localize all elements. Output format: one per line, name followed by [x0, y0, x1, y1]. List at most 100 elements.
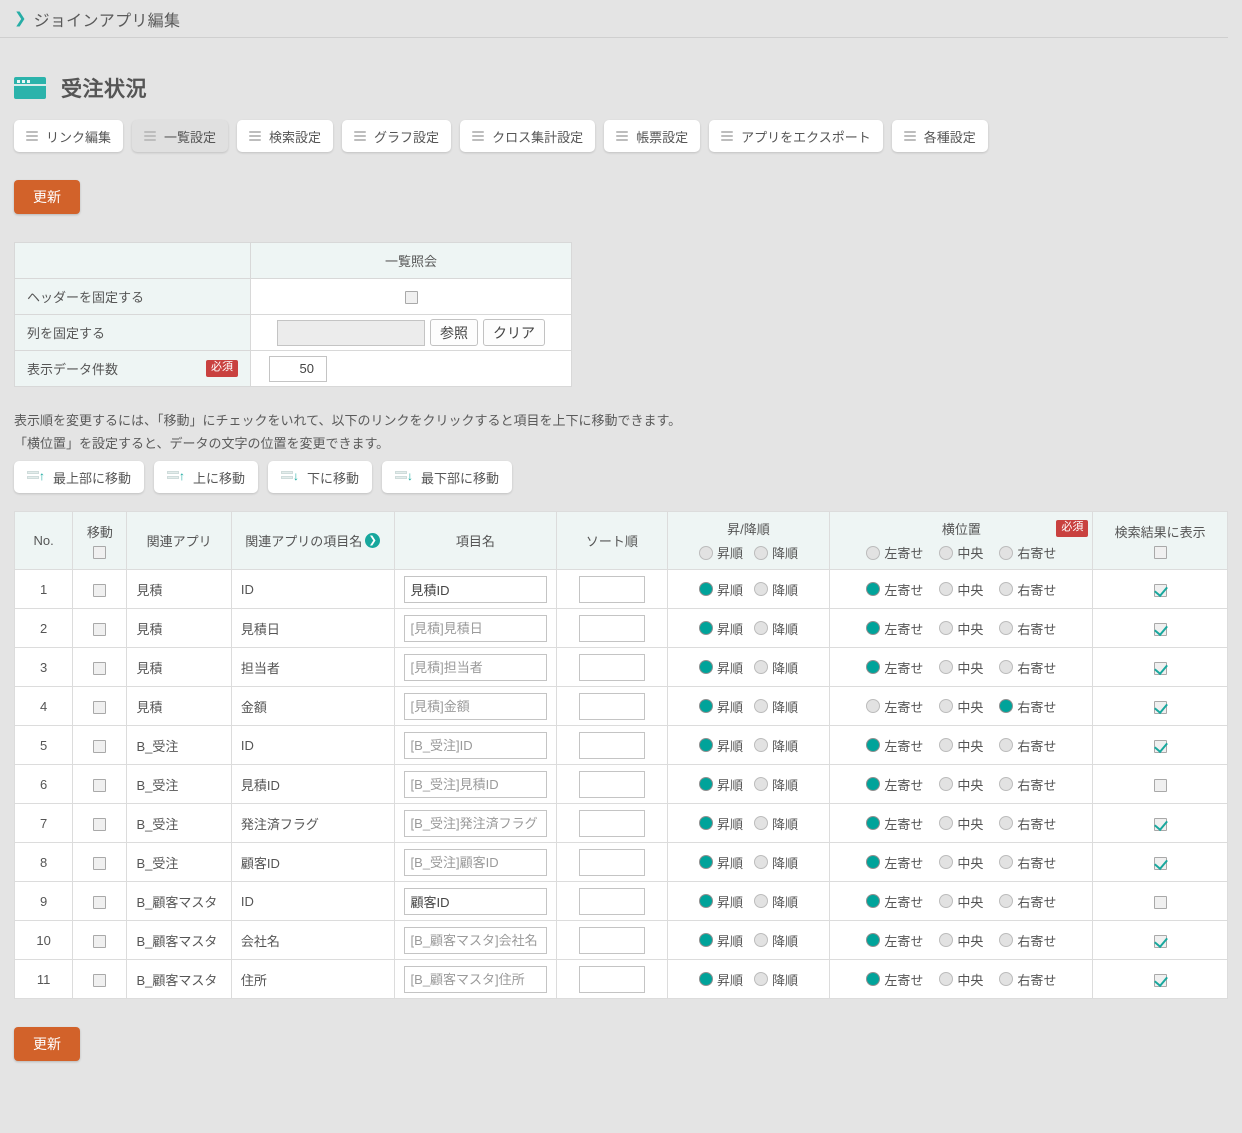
header-radio-align-right[interactable]: 右寄せ: [999, 543, 1056, 562]
row-radio-align-left[interactable]: 左寄せ: [866, 697, 923, 716]
row-radio-desc[interactable]: 降順: [753, 658, 798, 677]
row-field-name-input[interactable]: [403, 926, 548, 954]
row-radio-desc[interactable]: 降順: [753, 970, 798, 989]
row-show-checkbox[interactable]: [1153, 739, 1167, 753]
tab-misc-settings[interactable]: 各種設定: [891, 120, 988, 152]
row-radio-align-center[interactable]: 中央: [939, 775, 983, 794]
row-radio-align-right[interactable]: 右寄せ: [999, 619, 1056, 638]
row-radio-align-center[interactable]: 中央: [939, 619, 983, 638]
row-sort-input[interactable]: [578, 731, 645, 759]
row-field-name-input[interactable]: [403, 848, 548, 876]
row-radio-align-right[interactable]: 右寄せ: [999, 580, 1056, 599]
row-count-input[interactable]: [269, 355, 327, 382]
row-sort-input[interactable]: [578, 848, 645, 876]
row-show-checkbox[interactable]: [1153, 856, 1167, 870]
row-field-name-input[interactable]: [403, 965, 548, 993]
row-field-name-input[interactable]: [403, 770, 548, 798]
row-sort-input[interactable]: [578, 692, 645, 720]
row-radio-desc[interactable]: 降順: [753, 775, 798, 794]
row-move-checkbox[interactable]: [93, 778, 107, 792]
row-radio-align-left[interactable]: 左寄せ: [866, 853, 923, 872]
row-move-checkbox[interactable]: [93, 700, 107, 714]
header-radio-align-left[interactable]: 左寄せ: [866, 543, 923, 562]
move-down-button[interactable]: ↓ 下に移動: [268, 461, 373, 493]
row-radio-asc[interactable]: 昇順: [698, 697, 743, 716]
row-radio-align-right[interactable]: 右寄せ: [999, 931, 1056, 950]
move-to-top-button[interactable]: ↑ 最上部に移動: [14, 461, 145, 493]
row-field-name-input[interactable]: [403, 887, 548, 915]
row-radio-align-left[interactable]: 左寄せ: [866, 814, 923, 833]
row-move-checkbox[interactable]: [93, 895, 107, 909]
browse-button[interactable]: 参照: [430, 319, 478, 346]
tab-export-app[interactable]: アプリをエクスポート: [709, 120, 883, 152]
header-radio-align-center[interactable]: 中央: [939, 543, 983, 562]
row-sort-input[interactable]: [578, 575, 645, 603]
row-show-checkbox[interactable]: [1153, 973, 1167, 987]
row-radio-align-center[interactable]: 中央: [939, 736, 983, 755]
row-sort-input[interactable]: [578, 809, 645, 837]
row-radio-align-left[interactable]: 左寄せ: [866, 892, 923, 911]
row-radio-desc[interactable]: 降順: [753, 736, 798, 755]
row-show-checkbox[interactable]: [1153, 895, 1167, 909]
row-move-checkbox[interactable]: [93, 583, 107, 597]
row-move-checkbox[interactable]: [93, 622, 107, 636]
row-radio-align-center[interactable]: 中央: [939, 580, 983, 599]
row-move-checkbox[interactable]: [93, 934, 107, 948]
row-sort-input[interactable]: [578, 887, 645, 915]
row-field-name-input[interactable]: [403, 809, 548, 837]
row-radio-align-right[interactable]: 右寄せ: [999, 736, 1056, 755]
row-radio-align-center[interactable]: 中央: [939, 658, 983, 677]
move-all-checkbox[interactable]: [93, 546, 107, 559]
row-radio-asc[interactable]: 昇順: [698, 892, 743, 911]
tab-link-edit[interactable]: リンク編集: [14, 120, 124, 152]
row-radio-desc[interactable]: 降順: [753, 814, 798, 833]
row-radio-align-right[interactable]: 右寄せ: [999, 775, 1056, 794]
row-field-name-input[interactable]: [403, 731, 548, 759]
row-show-checkbox[interactable]: [1153, 583, 1167, 597]
tab-cross-tab-settings[interactable]: クロス集計設定: [460, 120, 596, 152]
row-radio-asc[interactable]: 昇順: [698, 619, 743, 638]
row-radio-asc[interactable]: 昇順: [698, 775, 743, 794]
row-show-checkbox[interactable]: [1153, 661, 1167, 675]
row-radio-asc[interactable]: 昇順: [698, 658, 743, 677]
update-button-top[interactable]: 更新: [14, 180, 80, 214]
row-move-checkbox[interactable]: [93, 817, 107, 831]
row-move-checkbox[interactable]: [93, 739, 107, 753]
row-show-checkbox[interactable]: [1153, 700, 1167, 714]
row-radio-align-left[interactable]: 左寄せ: [866, 580, 923, 599]
row-radio-desc[interactable]: 降順: [753, 931, 798, 950]
row-radio-align-left[interactable]: 左寄せ: [866, 619, 923, 638]
row-radio-align-center[interactable]: 中央: [939, 970, 983, 989]
show-all-checkbox[interactable]: [1153, 546, 1167, 559]
row-radio-align-left[interactable]: 左寄せ: [866, 931, 923, 950]
row-field-name-input[interactable]: [403, 653, 548, 681]
row-radio-align-right[interactable]: 右寄せ: [999, 814, 1056, 833]
row-field-name-input[interactable]: [403, 614, 548, 642]
row-sort-input[interactable]: [578, 770, 645, 798]
row-radio-align-left[interactable]: 左寄せ: [866, 970, 923, 989]
clear-button[interactable]: クリア: [483, 319, 545, 346]
move-up-button[interactable]: ↑ 上に移動: [154, 461, 259, 493]
row-show-checkbox[interactable]: [1153, 934, 1167, 948]
row-sort-input[interactable]: [578, 614, 645, 642]
row-radio-align-center[interactable]: 中央: [939, 892, 983, 911]
row-move-checkbox[interactable]: [93, 661, 107, 675]
row-radio-desc[interactable]: 降順: [753, 697, 798, 716]
row-show-checkbox[interactable]: [1153, 817, 1167, 831]
breadcrumb-label[interactable]: ジョインアプリ編集: [34, 7, 181, 31]
row-move-checkbox[interactable]: [93, 973, 107, 987]
row-radio-align-right[interactable]: 右寄せ: [999, 892, 1056, 911]
header-radio-desc[interactable]: 降順: [753, 543, 798, 562]
row-radio-align-center[interactable]: 中央: [939, 931, 983, 950]
row-radio-align-right[interactable]: 右寄せ: [999, 697, 1056, 716]
row-radio-desc[interactable]: 降順: [753, 853, 798, 872]
tab-graph-settings[interactable]: グラフ設定: [342, 120, 452, 152]
row-radio-asc[interactable]: 昇順: [698, 814, 743, 833]
header-radio-asc[interactable]: 昇順: [698, 543, 743, 562]
row-move-checkbox[interactable]: [93, 856, 107, 870]
row-radio-asc[interactable]: 昇順: [698, 931, 743, 950]
row-radio-desc[interactable]: 降順: [753, 619, 798, 638]
row-radio-asc[interactable]: 昇順: [698, 970, 743, 989]
row-sort-input[interactable]: [578, 965, 645, 993]
row-radio-align-right[interactable]: 右寄せ: [999, 658, 1056, 677]
